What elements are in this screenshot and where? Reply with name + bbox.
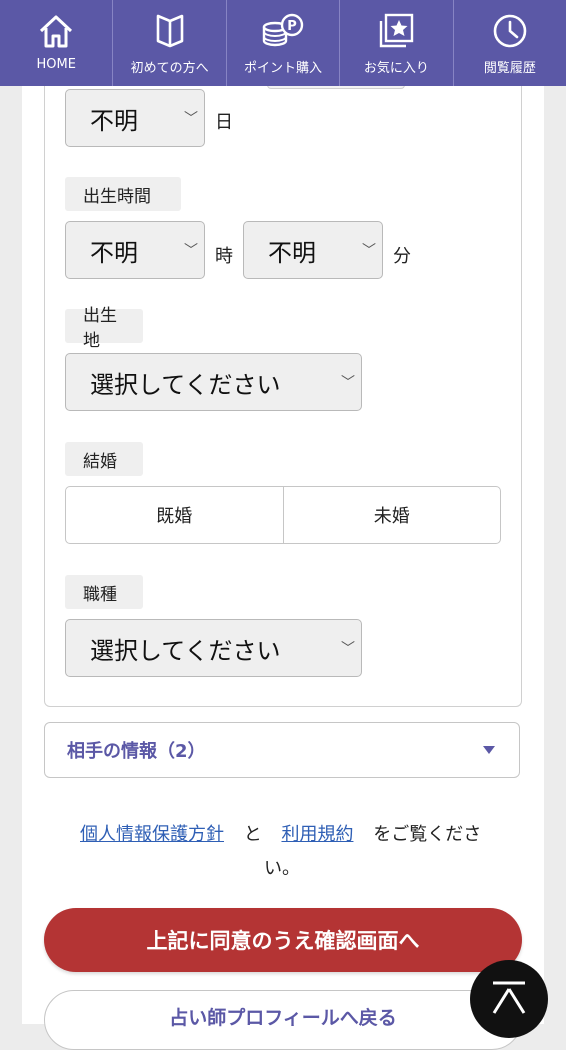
caret-down-icon <box>483 746 495 754</box>
nav-home[interactable]: HOME <box>0 0 114 86</box>
nav-buy-points-label: ポイント購入 <box>244 61 323 76</box>
nav-favorites[interactable]: お気に入り <box>340 0 454 86</box>
nav-favorites-label: お気に入り <box>363 61 429 76</box>
birth-minute-unit: 分 <box>393 246 411 267</box>
nav-first-time-label: 初めての方へ <box>130 61 209 76</box>
chevron-down-icon: ﹀ <box>341 375 355 391</box>
nav-buy-points[interactable]: P ポイント購入 <box>227 0 341 86</box>
chevron-down-icon: ﹀ <box>184 111 198 127</box>
occupation-select[interactable]: 選択してください ﹀ <box>65 619 362 677</box>
marriage-option-married[interactable]: 既婚 <box>66 487 283 543</box>
clock-icon <box>492 11 528 51</box>
birth-hour-unit: 時 <box>215 246 233 267</box>
birth-day-unit: 日 <box>215 112 233 133</box>
chevron-down-icon: ﹀ <box>362 243 376 259</box>
chevron-down-icon: ﹀ <box>184 243 198 259</box>
svg-text:P: P <box>287 19 297 34</box>
marriage-toggle: 既婚 未婚 <box>65 486 501 544</box>
occupation-label: 職種 <box>65 575 143 609</box>
consent-line: 個人情報保護方針 と 利用規約 をご覧くださ <box>80 820 481 846</box>
marriage-label: 結婚 <box>65 442 143 476</box>
birth-hour-select[interactable]: 不明 ﹀ <box>65 221 205 279</box>
terms-link[interactable]: 利用規約 <box>281 824 353 845</box>
consent-and: と <box>243 824 262 845</box>
back-to-profile-button[interactable]: 占い師プロフィールへ戻る <box>44 990 522 1050</box>
birth-day-select[interactable]: 不明 ﹀ <box>65 89 205 147</box>
agree-confirm-button[interactable]: 上記に同意のうえ確認画面へ <box>44 908 522 972</box>
birth-minute-value: 不明 <box>268 238 316 267</box>
privacy-policy-link[interactable]: 個人情報保護方針 <box>80 824 224 845</box>
birthplace-select[interactable]: 選択してください ﹀ <box>65 353 362 411</box>
partner-info-accordion[interactable]: 相手の情報（2） <box>44 722 520 778</box>
consent-suffix: をご覧くださ <box>373 824 482 845</box>
nav-home-label: HOME <box>36 57 76 72</box>
marriage-option-single[interactable]: 未婚 <box>282 487 501 543</box>
scroll-to-top-button[interactable] <box>470 960 548 1038</box>
birthplace-value: 選択してください <box>90 370 281 399</box>
birth-day-value: 不明 <box>90 106 138 135</box>
page-content: 不明 ﹀ 日 出生時間 不明 ﹀ 時 不明 ﹀ 分 出生地 選択してください ﹀… <box>22 84 544 1050</box>
book-icon <box>155 11 185 51</box>
nav-history-label: 閲覧履歴 <box>483 61 536 76</box>
nav-history[interactable]: 閲覧履歴 <box>454 0 566 86</box>
coins-icon: P <box>261 11 305 51</box>
birthplace-label: 出生地 <box>65 306 143 351</box>
star-icon <box>378 11 414 51</box>
partner-info-title: 相手の情報（2） <box>67 741 206 762</box>
birth-time-label: 出生時間 <box>65 177 181 211</box>
chevron-down-icon: ﹀ <box>341 641 355 657</box>
top-navigation: HOME 初めての方へ P ポイント購入 お気に入り 閲覧履歴 <box>0 0 566 86</box>
birth-hour-value: 不明 <box>90 238 138 267</box>
arrow-up-icon <box>492 981 526 1014</box>
home-icon <box>37 11 75 51</box>
consent-suffix-2: い。 <box>264 858 300 879</box>
birth-minute-select[interactable]: 不明 ﹀ <box>243 221 383 279</box>
profile-form: 不明 ﹀ 日 出生時間 不明 ﹀ 時 不明 ﹀ 分 出生地 選択してください ﹀… <box>44 84 522 707</box>
nav-first-time[interactable]: 初めての方へ <box>113 0 227 86</box>
occupation-value: 選択してください <box>90 636 281 665</box>
